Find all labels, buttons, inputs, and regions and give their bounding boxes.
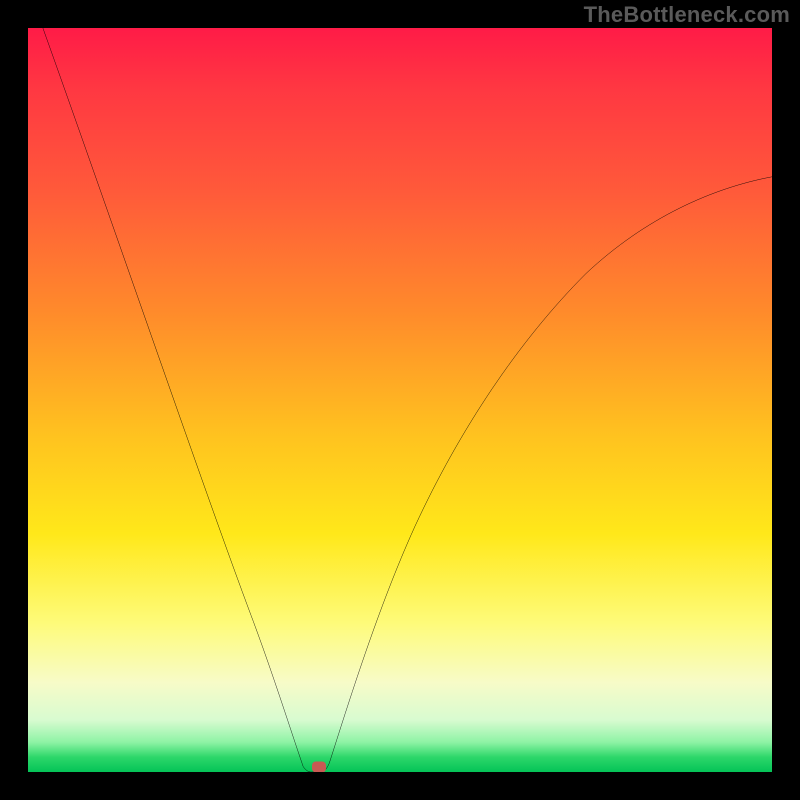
curve-path — [43, 28, 772, 772]
watermark-text: TheBottleneck.com — [584, 2, 790, 28]
plot-area — [28, 28, 772, 772]
bottleneck-curve — [28, 28, 772, 772]
chart-frame: TheBottleneck.com — [0, 0, 800, 800]
minimum-marker — [312, 761, 326, 772]
